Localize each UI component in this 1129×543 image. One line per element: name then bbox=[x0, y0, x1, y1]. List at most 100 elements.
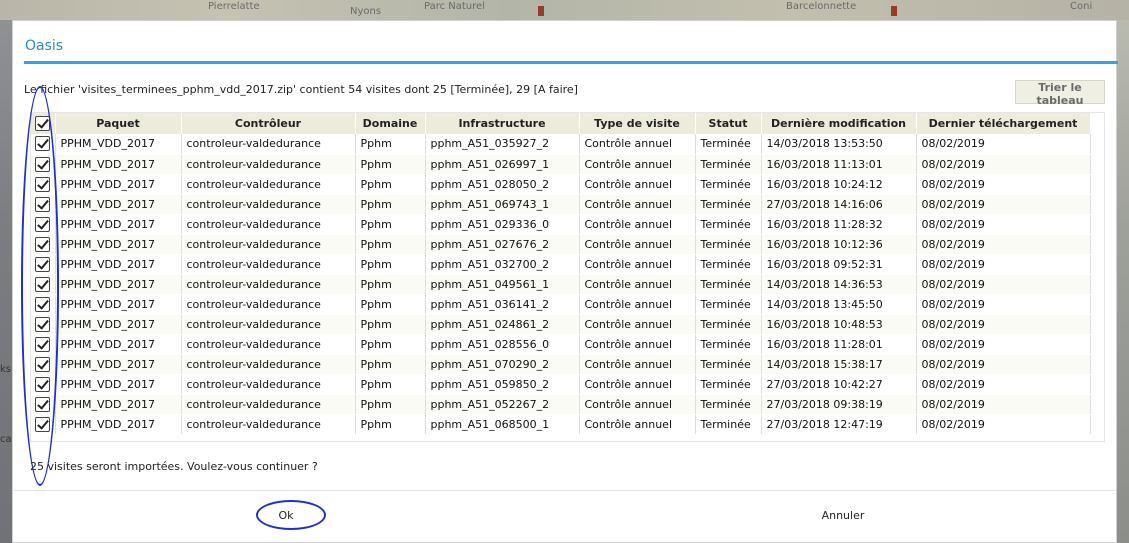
column-header-type-visite[interactable]: Type de visite bbox=[579, 113, 696, 134]
row-checkbox-cell[interactable] bbox=[31, 254, 56, 275]
table-row[interactable]: PPHM_VDD_2017 controleur-valdedurance Pphm… bbox=[31, 394, 1091, 415]
table-row[interactable]: PPHM_VDD_2017 controleur-valdedurance Pphm… bbox=[31, 254, 1091, 275]
cell-domaine: Pphm bbox=[355, 294, 426, 315]
row-checkbox-cell[interactable] bbox=[31, 374, 56, 395]
checkbox-checked-icon[interactable] bbox=[35, 156, 51, 172]
table-row[interactable]: PPHM_VDD_2017 controleur-valdedurance Pphm… bbox=[31, 194, 1091, 215]
table-row[interactable]: PPHM_VDD_2017 controleur-valdedurance Pphm… bbox=[31, 134, 1091, 155]
cell-infrastructure: pphm_A51_069743_1 bbox=[425, 194, 580, 215]
checkbox-checked-icon[interactable] bbox=[35, 236, 51, 252]
checkbox-checked-icon[interactable] bbox=[35, 136, 51, 152]
row-checkbox-cell[interactable] bbox=[31, 294, 56, 315]
cell-domaine: Pphm bbox=[355, 254, 426, 275]
table-row[interactable]: PPHM_VDD_2017 controleur-valdedurance Pphm… bbox=[31, 414, 1091, 435]
column-header-statut[interactable]: Statut bbox=[695, 113, 762, 134]
row-checkbox-cell[interactable] bbox=[31, 354, 56, 375]
map-label: Pierrelatte bbox=[208, 1, 260, 12]
cell-controleur: controleur-valdedurance bbox=[181, 314, 356, 335]
table-row[interactable]: PPHM_VDD_2017 controleur-valdedurance Pphm… bbox=[31, 274, 1091, 295]
cell-derniere-modification: 16/03/2018 11:28:32 bbox=[761, 214, 917, 235]
checkbox-checked-icon[interactable] bbox=[35, 316, 51, 332]
row-checkbox-cell[interactable] bbox=[31, 334, 56, 355]
cell-statut: Terminée bbox=[695, 354, 762, 375]
column-header-infrastructure[interactable]: Infrastructure bbox=[425, 113, 580, 134]
background-map-right bbox=[1117, 20, 1129, 543]
checkbox-checked-icon[interactable] bbox=[35, 296, 51, 312]
cell-type-visite: Contrôle annuel bbox=[579, 294, 696, 315]
checkbox-checked-icon[interactable] bbox=[35, 256, 51, 272]
cell-controleur: controleur-valdedurance bbox=[181, 214, 356, 235]
column-header-paquet[interactable]: Paquet bbox=[55, 113, 182, 134]
checkbox-checked-icon[interactable] bbox=[35, 376, 51, 392]
checkbox-checked-icon[interactable] bbox=[35, 336, 51, 352]
checkbox-checked-icon[interactable] bbox=[35, 176, 51, 192]
cancel-button[interactable]: Annuler bbox=[773, 501, 913, 529]
column-header-derniere-modification[interactable]: Dernière modification bbox=[761, 113, 917, 134]
column-header-domaine[interactable]: Domaine bbox=[355, 113, 426, 134]
cell-domaine: Pphm bbox=[355, 354, 426, 375]
cell-paquet: PPHM_VDD_2017 bbox=[55, 274, 182, 295]
cell-statut: Terminée bbox=[695, 294, 762, 315]
cell-controleur: controleur-valdedurance bbox=[181, 294, 356, 315]
cell-paquet: PPHM_VDD_2017 bbox=[55, 174, 182, 195]
table-row[interactable]: PPHM_VDD_2017 controleur-valdedurance Pphm… bbox=[31, 354, 1091, 375]
cell-derniere-modification: 16/03/2018 10:24:12 bbox=[761, 174, 917, 195]
background-map: Pierrelatte Nyons Parc Naturel Barcelonn… bbox=[0, 0, 1129, 20]
checkbox-checked-icon[interactable] bbox=[35, 116, 51, 131]
row-checkbox-cell[interactable] bbox=[31, 394, 56, 415]
table-header-row: Paquet Contrôleur Domaine Infrastructure… bbox=[31, 113, 1091, 134]
row-checkbox-cell[interactable] bbox=[31, 314, 56, 335]
cell-controleur: controleur-valdedurance bbox=[181, 234, 356, 255]
select-all-header[interactable] bbox=[31, 113, 56, 134]
cell-statut: Terminée bbox=[695, 234, 762, 255]
cell-derniere-modification: 16/03/2018 10:12:36 bbox=[761, 234, 917, 255]
row-checkbox-cell[interactable] bbox=[31, 154, 56, 175]
sort-table-button[interactable]: Trier le tableau bbox=[1015, 80, 1105, 107]
column-header-controleur[interactable]: Contrôleur bbox=[181, 113, 356, 134]
table-row[interactable]: PPHM_VDD_2017 controleur-valdedurance Pphm… bbox=[31, 334, 1091, 355]
cell-statut: Terminée bbox=[695, 334, 762, 355]
row-checkbox-cell[interactable] bbox=[31, 414, 56, 435]
cell-statut: Terminée bbox=[695, 194, 762, 215]
map-label: Nyons bbox=[350, 6, 382, 17]
table-row[interactable]: PPHM_VDD_2017 controleur-valdedurance Pphm… bbox=[31, 214, 1091, 235]
checkbox-checked-icon[interactable] bbox=[35, 276, 51, 292]
checkbox-checked-icon[interactable] bbox=[35, 396, 51, 412]
checkbox-checked-icon[interactable] bbox=[35, 356, 51, 372]
row-checkbox-cell[interactable] bbox=[31, 134, 56, 155]
checkbox-checked-icon[interactable] bbox=[35, 416, 51, 432]
checkbox-checked-icon[interactable] bbox=[35, 216, 51, 232]
cell-dernier-telechargement: 08/02/2019 bbox=[916, 314, 1091, 335]
visits-table-container[interactable]: Paquet Contrôleur Domaine Infrastructure… bbox=[30, 112, 1105, 442]
cell-derniere-modification: 16/03/2018 09:52:31 bbox=[761, 254, 917, 275]
file-info-text: Le fichier 'visites_terminees_pphm_vdd_2… bbox=[24, 83, 578, 96]
column-header-dernier-telechargement[interactable]: Dernier téléchargement bbox=[916, 113, 1091, 134]
cell-controleur: controleur-valdedurance bbox=[181, 354, 356, 375]
row-checkbox-cell[interactable] bbox=[31, 194, 56, 215]
table-row[interactable]: PPHM_VDD_2017 controleur-valdedurance Pphm… bbox=[31, 154, 1091, 175]
table-row[interactable]: PPHM_VDD_2017 controleur-valdedurance Pphm… bbox=[31, 314, 1091, 335]
cell-paquet: PPHM_VDD_2017 bbox=[55, 254, 182, 275]
row-checkbox-cell[interactable] bbox=[31, 274, 56, 295]
ok-button[interactable]: Ok bbox=[231, 501, 341, 529]
table-row[interactable]: PPHM_VDD_2017 controleur-valdedurance Pphm… bbox=[31, 374, 1091, 395]
cell-controleur: controleur-valdedurance bbox=[181, 394, 356, 415]
table-row[interactable]: PPHM_VDD_2017 controleur-valdedurance Pphm… bbox=[31, 174, 1091, 195]
cell-statut: Terminée bbox=[695, 414, 762, 435]
cell-type-visite: Contrôle annuel bbox=[579, 354, 696, 375]
row-checkbox-cell[interactable] bbox=[31, 174, 56, 195]
cell-infrastructure: pphm_A51_070290_2 bbox=[425, 354, 580, 375]
table-row[interactable]: PPHM_VDD_2017 controleur-valdedurance Pphm… bbox=[31, 294, 1091, 315]
cell-paquet: PPHM_VDD_2017 bbox=[55, 194, 182, 215]
cell-domaine: Pphm bbox=[355, 154, 426, 175]
import-summary-text: 25 visites seront importées. Voulez-vous… bbox=[30, 460, 318, 473]
checkbox-checked-icon[interactable] bbox=[35, 196, 51, 212]
table-row[interactable]: PPHM_VDD_2017 controleur-valdedurance Pphm… bbox=[31, 234, 1091, 255]
row-checkbox-cell[interactable] bbox=[31, 214, 56, 235]
row-checkbox-cell[interactable] bbox=[31, 234, 56, 255]
cell-controleur: controleur-valdedurance bbox=[181, 134, 356, 155]
cell-statut: Terminée bbox=[695, 274, 762, 295]
cell-type-visite: Contrôle annuel bbox=[579, 374, 696, 395]
cell-controleur: controleur-valdedurance bbox=[181, 194, 356, 215]
cell-domaine: Pphm bbox=[355, 234, 426, 255]
